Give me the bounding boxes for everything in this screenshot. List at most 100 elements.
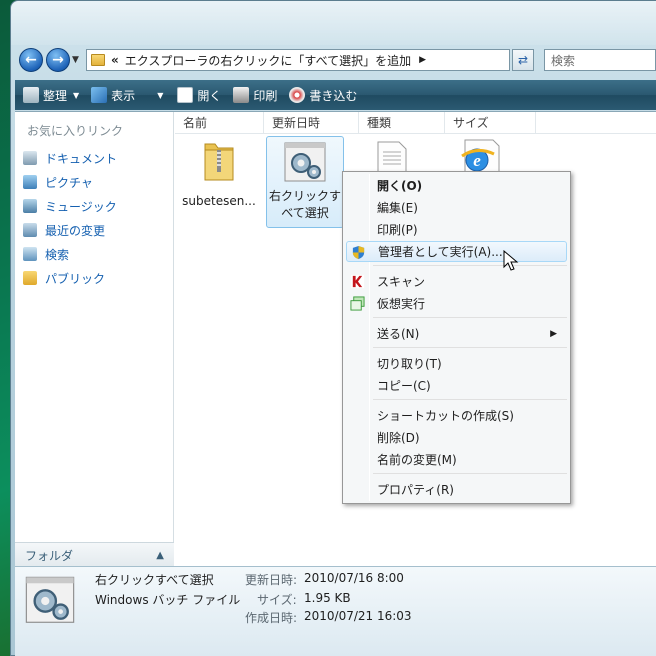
nav-item-label: ミュージック — [45, 199, 117, 214]
menu-separator — [373, 347, 567, 348]
menu-label: 切り取り(T) — [377, 357, 442, 371]
details-size-key: サイズ: — [257, 593, 297, 607]
breadcrumb-overflow[interactable]: « — [111, 53, 119, 67]
address-bar[interactable]: « エクスプローラの右クリックに「すべて選択」を追加 ▶ — [86, 49, 510, 71]
menu-item-rename[interactable]: 名前の変更(M) — [346, 449, 567, 470]
navigation-pane: お気に入りリンク ドキュメント ピクチャ ミュージック 最近の変更 検索 パブリ… — [15, 112, 174, 567]
details-file-name: 右クリックすべて選択 — [95, 573, 214, 587]
details-pane: 右クリックすべて選択 Windows バッチ ファイル 更新日時: 2010/0… — [15, 566, 656, 656]
menu-item-create-shortcut[interactable]: ショートカットの作成(S) — [346, 405, 567, 426]
menu-label: 印刷(P) — [377, 223, 418, 237]
recent-pages-chevron-down-icon[interactable]: ▼ — [72, 55, 79, 65]
menu-label: 開く(O) — [377, 179, 423, 193]
open-label: 開く — [197, 88, 222, 103]
menu-label: 管理者として実行(A)... — [378, 245, 503, 259]
menu-item-edit[interactable]: 編集(E) — [346, 197, 567, 218]
search-input[interactable]: 検索 — [544, 49, 656, 71]
nav-item-documents[interactable]: ドキュメント — [23, 148, 117, 168]
column-modified[interactable]: 更新日時 — [264, 111, 359, 134]
batch-file-gears-icon — [284, 142, 326, 182]
column-label: サイズ — [453, 116, 489, 130]
refresh-icon: ⇄ — [517, 53, 529, 67]
search-placeholder: 検索 — [551, 53, 576, 68]
menu-label: 送る(N) — [377, 327, 420, 341]
burn-button[interactable]: 書き込む — [289, 87, 357, 104]
print-label: 印刷 — [253, 88, 278, 103]
details-size-value: 1.95 KB — [304, 591, 351, 605]
folder-icon — [91, 54, 105, 66]
details-created-key: 作成日時: — [245, 611, 298, 625]
menu-separator — [373, 399, 567, 400]
command-toolbar: 整理 ▼ 表示 ▼ 開く 印刷 書き込む — [15, 80, 656, 110]
nav-item-search[interactable]: 検索 — [23, 244, 69, 264]
column-label: 更新日時 — [272, 116, 321, 130]
antivirus-k-icon — [350, 274, 365, 289]
column-type[interactable]: 種類 — [359, 111, 445, 134]
nav-item-label: ドキュメント — [45, 151, 118, 166]
print-button[interactable]: 印刷 — [233, 87, 277, 104]
forward-button[interactable]: → — [46, 48, 70, 72]
details-file-type: Windows バッチ ファイル — [95, 593, 241, 607]
menu-item-open[interactable]: 開く(O) — [346, 175, 567, 196]
view-icon — [91, 87, 108, 103]
documents-icon — [23, 151, 37, 165]
details-modified-key: 更新日時: — [245, 573, 298, 587]
refresh-button[interactable]: ⇄ — [512, 49, 534, 71]
disc-icon — [289, 87, 306, 103]
folders-toggle[interactable]: フォルダ ▲ — [15, 542, 174, 567]
menu-item-delete[interactable]: 削除(D) — [346, 427, 567, 448]
nav-item-label: 検索 — [45, 247, 70, 262]
folders-label: フォルダ — [25, 548, 74, 563]
menu-item-properties[interactable]: プロパティ(R) — [346, 479, 567, 500]
menu-item-print[interactable]: 印刷(P) — [346, 219, 567, 240]
file-zip[interactable]: subetesen... — [179, 138, 259, 210]
menu-item-copy[interactable]: コピー(C) — [346, 375, 567, 396]
menu-label: ショートカットの作成(S) — [377, 409, 514, 423]
burn-label: 書き込む — [309, 88, 358, 103]
nav-item-pictures[interactable]: ピクチャ — [23, 172, 93, 192]
view-button[interactable]: 表示 ▼ — [91, 87, 163, 104]
open-button[interactable]: 開く — [177, 87, 221, 104]
file-label: subetesen... — [182, 194, 256, 208]
column-size[interactable]: サイズ — [445, 111, 536, 134]
nav-item-label: パブリック — [45, 271, 106, 286]
menu-item-run-as-admin[interactable]: 管理者として実行(A)... — [346, 241, 567, 262]
music-icon — [23, 199, 37, 213]
column-headers: 名前 更新日時 種類 サイズ — [175, 111, 656, 134]
search-icon — [23, 247, 37, 261]
back-button[interactable]: ← — [19, 48, 43, 72]
recent-icon — [23, 223, 37, 237]
document-icon — [177, 87, 194, 103]
breadcrumb-arrow-icon[interactable]: ▶ — [419, 55, 426, 65]
nav-item-recent[interactable]: 最近の変更 — [23, 220, 105, 240]
column-label: 種類 — [367, 116, 392, 130]
menu-item-scan[interactable]: スキャン — [346, 271, 567, 292]
organize-label: 整理 — [43, 88, 68, 103]
zip-folder-icon — [204, 143, 234, 181]
menu-item-virtual-run[interactable]: 仮想実行 — [346, 293, 567, 314]
view-label: 表示 — [111, 88, 136, 103]
uac-shield-icon — [352, 245, 365, 260]
nav-item-music[interactable]: ミュージック — [23, 196, 117, 216]
menu-item-cut[interactable]: 切り取り(T) — [346, 353, 567, 374]
menu-label: 編集(E) — [377, 201, 418, 215]
organize-icon — [23, 87, 39, 103]
submenu-arrow-icon: ▶ — [550, 328, 557, 339]
nav-item-public[interactable]: パブリック — [23, 268, 105, 288]
menu-item-send-to[interactable]: 送る(N) ▶ — [346, 323, 567, 344]
column-name[interactable]: 名前 — [175, 111, 264, 134]
batch-file-gears-icon — [25, 576, 75, 623]
chevron-up-icon: ▲ — [156, 549, 164, 561]
context-menu: 開く(O) 編集(E) 印刷(P) 管理者として実行(A)... スキャン 仮想… — [342, 171, 571, 504]
file-batch-selected[interactable]: 右クリックす べて選択 — [266, 136, 344, 228]
nav-item-label: ピクチャ — [45, 175, 93, 190]
menu-label: 仮想実行 — [377, 297, 426, 311]
printer-icon — [233, 87, 250, 103]
organize-button[interactable]: 整理 ▼ — [23, 87, 79, 104]
file-label: べて選択 — [281, 206, 329, 220]
menu-separator — [373, 265, 567, 266]
nav-item-label: 最近の変更 — [45, 223, 106, 238]
menu-label: 名前の変更(M) — [377, 453, 457, 467]
column-label: 名前 — [183, 116, 208, 130]
breadcrumb-current-folder[interactable]: エクスプローラの右クリックに「すべて選択」を追加 — [125, 52, 411, 69]
